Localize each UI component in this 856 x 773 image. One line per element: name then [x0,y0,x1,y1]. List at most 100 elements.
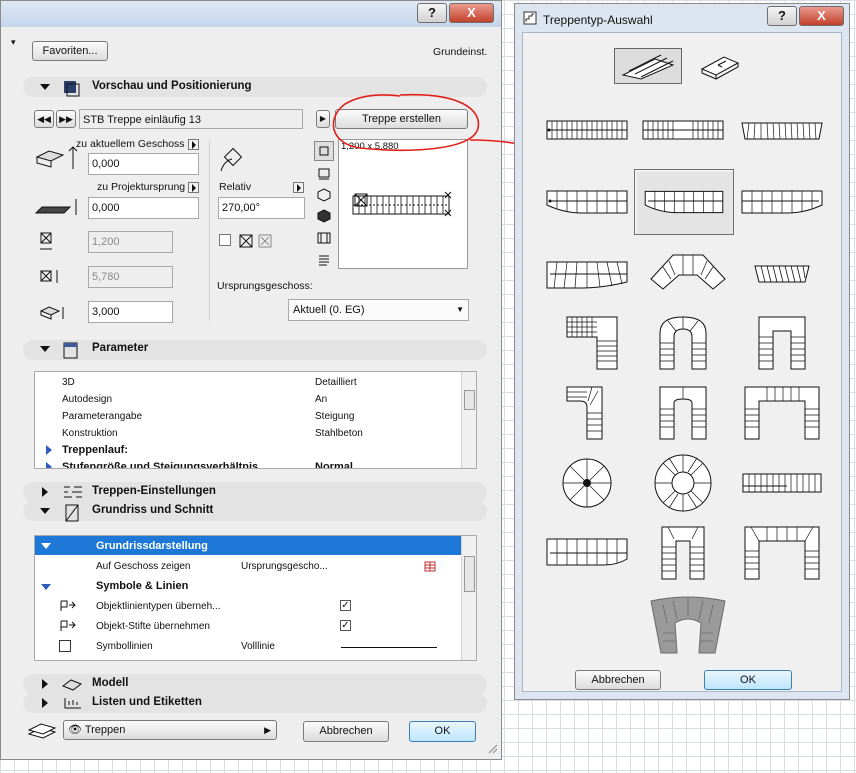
show-on-floor-value[interactable]: Ursprungsgescho... [241,561,328,572]
param-group-stair-run[interactable]: Treppenlauf: [62,444,128,456]
project-zero-arrow-button[interactable] [188,182,199,193]
elevation-project-zero-input[interactable]: 0,000 [88,197,199,219]
symbols-collapse-icon[interactable] [41,584,51,590]
mirror-options-icon[interactable] [239,234,273,248]
param-row-name: Autodesign [62,394,113,405]
rotation-angle-input[interactable]: 270,00° [218,197,305,219]
stair-type-curved-u-disabled[interactable] [643,593,733,657]
labels-expand-icon[interactable] [42,698,48,708]
stair-help-button[interactable]: ? [767,6,797,26]
layer-dropdown[interactable]: 👁 Treppen ▶ [63,720,277,740]
length-icon [40,270,58,283]
label-to-project-zero: zu Projektursprung [97,181,186,193]
section-view-icon[interactable] [316,165,332,181]
section-labels-title: Listen und Etiketten [92,696,202,708]
scroll-thumb[interactable] [464,390,475,410]
param-row-value: An [315,394,328,405]
stair-type-spiral-open[interactable] [638,451,728,515]
parameters-collapse-icon[interactable] [40,346,50,352]
stair-3d-mode-button[interactable] [614,48,682,84]
stair-close-button[interactable]: X [799,6,844,26]
elevation-view-icon[interactable] [316,230,332,246]
shaded-view-icon[interactable] [316,208,332,224]
param-group-step-size-value: Normal [315,461,353,469]
axonometric-view-icon[interactable] [316,187,332,203]
stair-type-u-narrow[interactable] [638,523,728,583]
stair-type-winder-left[interactable] [542,175,632,227]
stair-type-spiral[interactable] [542,453,632,513]
pens-label: Objekt-Stifte übernehmen [96,621,210,632]
param-group-step-size[interactable]: Stufengröße und Steigungsverhältnis [62,461,258,468]
linetype-icon [60,600,76,611]
cancel-button[interactable]: Abbrechen [303,721,389,742]
plan-view-icon [319,146,329,156]
stair-type-u-winder[interactable] [638,313,728,373]
preview-collapse-icon[interactable] [40,84,50,90]
elevation-current-floor-input[interactable]: 0,000 [88,153,199,175]
next-item-button[interactable]: ▶▶ [56,110,76,128]
stair-type-straight-winder-end[interactable] [542,525,632,577]
stair-type-straight[interactable] [542,103,632,155]
stair-settings-icon [64,81,80,97]
stair-name-field[interactable]: STB Treppe einläufig 13 [79,109,303,129]
main-help-button[interactable]: ? [417,3,447,23]
stair-type-spiral-straight[interactable] [737,248,827,300]
parameter-scrollbar[interactable] [461,372,476,468]
list-view-icon[interactable] [316,252,332,268]
param-row-name: Konstruktion [62,428,118,439]
expand-group-icon[interactable] [46,462,52,468]
current-floor-arrow-button[interactable] [188,139,199,150]
linetypes-checkbox[interactable]: ✓ [340,600,351,611]
ok-button[interactable]: OK [409,721,476,742]
stair-type-curved-arc[interactable] [643,245,733,297]
floorplan-list[interactable]: Grundrissdarstellung Auf Geschoss zeigen… [34,535,477,661]
expand-group-icon[interactable] [46,445,52,455]
stair-type-u-half-winder[interactable] [638,383,728,443]
pens-checkbox[interactable]: ✓ [340,620,351,631]
label-relative: Relativ [219,181,252,193]
layer-value: Treppen [84,724,126,736]
parameter-list[interactable]: 3D Detailliert Autodesign An Parameteran… [34,371,477,469]
scroll-thumb[interactable] [464,556,475,592]
stair-ok-button[interactable]: OK [704,670,792,690]
stair-plan-mode-icon[interactable] [698,51,742,81]
mirror-checkbox[interactable] [219,234,231,246]
stair-type-winder-both-selected[interactable] [634,169,734,235]
stair-type-u-landing[interactable] [737,313,827,373]
stair-settings-expand-icon[interactable] [42,487,48,497]
stair-type-l-quarter-landing[interactable] [542,313,632,373]
name-arrow-button[interactable]: ▶ [316,110,330,128]
stair-type-straight-half-landing[interactable] [737,458,827,510]
floorplan-collapse-icon[interactable] [40,508,50,514]
floor-elevation-icon [35,146,78,169]
section-parameters-title: Parameter [92,342,149,354]
stair-type-straight-tapered[interactable] [737,103,827,155]
view-plan-button[interactable] [314,141,334,161]
stair-type-three-flight-winder[interactable] [737,523,827,583]
resize-grip-icon[interactable] [486,742,498,754]
origin-floor-dropdown[interactable]: Aktuell (0. EG) ▼ [288,299,469,321]
stair-type-winder-double[interactable] [542,248,632,300]
main-close-button[interactable]: X [449,3,494,23]
floorplan-header-collapse-icon[interactable] [41,543,51,549]
preview-canvas: 1,200 x 5,880 [338,139,468,269]
favorites-button[interactable]: Favoriten... [32,41,108,61]
param-row-value: Stahlbeton [315,428,363,439]
stair-type-l-winder[interactable] [542,383,632,443]
rotation-angle-icon [220,147,243,172]
create-stair-button[interactable]: Treppe erstellen [335,109,468,129]
height-input[interactable]: 3,000 [88,301,173,323]
relative-arrow-button[interactable] [293,182,304,193]
labels-icon [64,698,81,709]
stair-cancel-button[interactable]: Abbrechen [575,670,661,690]
symbol-lines-value[interactable]: Volllinie [241,641,275,652]
model-expand-icon[interactable] [42,679,48,689]
solid-line-sample [341,647,437,648]
stair-type-winder-right[interactable] [737,175,827,227]
stair-type-straight-landing[interactable] [638,103,728,155]
floorplan-scrollbar[interactable] [461,536,476,660]
stair-type-dialog: Treppentyp-Auswahl ? X Abbrechen OK [514,3,850,700]
previous-item-button[interactable]: ◀◀ [34,110,54,128]
stair-type-three-flight[interactable] [737,383,827,443]
width-icon [40,232,52,250]
